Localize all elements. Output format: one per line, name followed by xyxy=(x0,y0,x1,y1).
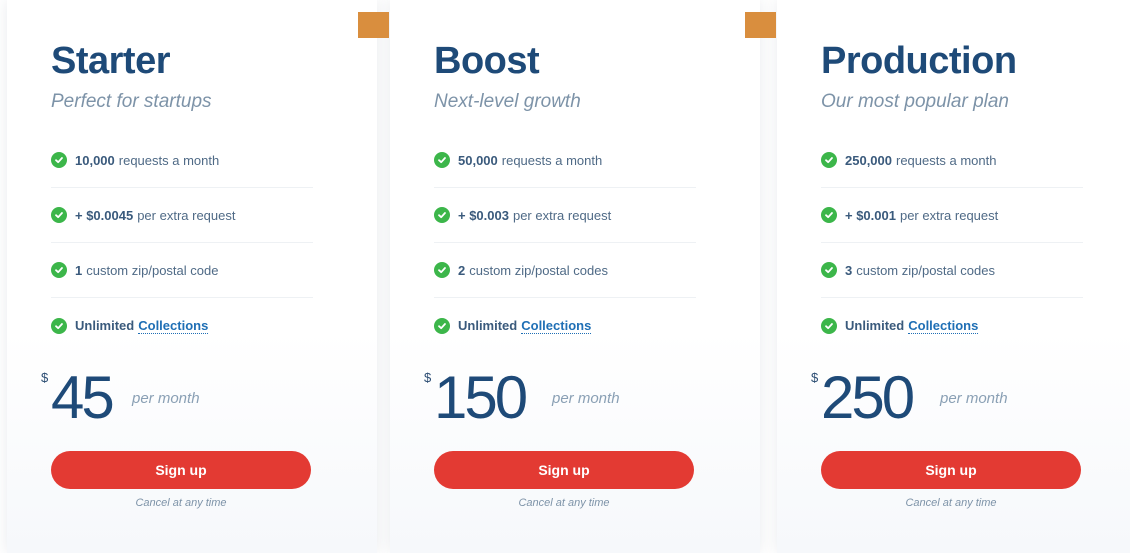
feature-item: 50,000 requests a month xyxy=(434,133,696,188)
feature-text: custom zip/postal codes xyxy=(469,262,608,278)
feature-value: 1 xyxy=(75,262,83,278)
feature-text: per extra request xyxy=(512,207,612,223)
check-icon xyxy=(51,317,67,334)
feature-list: 250,000 requests a month + $0.001 per ex… xyxy=(821,133,1083,353)
collections-link[interactable]: Collections xyxy=(138,318,209,334)
feature-text: custom zip/postal codes xyxy=(856,262,995,278)
feature-text: requests a month xyxy=(118,152,220,168)
feature-item: + $0.003 per extra request xyxy=(434,188,696,243)
feature-text: requests a month xyxy=(501,152,603,168)
feature-value: 250,000 xyxy=(845,152,892,168)
feature-value: 10,000 xyxy=(75,152,115,168)
check-icon xyxy=(821,207,837,223)
feature-item: 10,000 requests a month xyxy=(51,133,313,188)
plan-tagline: Perfect for startups xyxy=(51,91,212,112)
feature-value: Unlimited xyxy=(75,318,135,333)
check-icon xyxy=(51,207,67,223)
plan-tagline: Next-level growth xyxy=(434,91,581,112)
feature-item: Unlimited Collections xyxy=(434,298,696,353)
feature-item: + $0.0045 per extra request xyxy=(51,188,313,243)
cancel-note: Cancel at any time xyxy=(135,497,227,509)
price-period: per month xyxy=(552,390,620,407)
check-icon xyxy=(821,262,837,278)
currency-symbol: $ xyxy=(424,370,432,385)
feature-item: + $0.001 per extra request xyxy=(821,188,1083,243)
featured-ribbon xyxy=(745,12,776,38)
feature-value: 2 xyxy=(458,262,466,278)
collections-link[interactable]: Collections xyxy=(521,318,592,334)
check-icon xyxy=(51,262,67,278)
check-icon xyxy=(821,152,837,168)
price-amount: 45 xyxy=(51,364,115,431)
featured-ribbon xyxy=(358,12,389,38)
check-icon xyxy=(434,207,450,223)
feature-text: per extra request xyxy=(899,207,999,223)
check-icon xyxy=(434,152,450,168)
price-period: per month xyxy=(940,390,1008,407)
feature-list: 50,000 requests a month + $0.003 per ext… xyxy=(434,133,696,353)
plan-name: Boost xyxy=(434,40,540,82)
sign-up-button[interactable]: Sign up xyxy=(821,451,1081,489)
pricing-cards: Starter Perfect for startups 10,000 requ… xyxy=(0,0,1130,553)
check-icon xyxy=(434,317,450,334)
feature-text: custom zip/postal code xyxy=(86,262,219,278)
check-icon xyxy=(821,317,837,334)
feature-text: requests a month xyxy=(896,152,997,168)
plan-card-production: Production Our most popular plan 250,000… xyxy=(777,0,1130,553)
price-amount: 150 xyxy=(434,364,528,431)
feature-item: Unlimited Collections xyxy=(51,298,313,353)
price-period: per month xyxy=(132,390,200,407)
plan-card-boost: Boost Next-level growth 50,000 requests … xyxy=(390,0,760,553)
currency-symbol: $ xyxy=(811,370,819,385)
sign-up-button[interactable]: Sign up xyxy=(434,451,694,489)
price-amount: 250 xyxy=(821,364,915,431)
feature-value: 3 xyxy=(845,262,853,278)
feature-item: 1 custom zip/postal code xyxy=(51,243,313,298)
feature-item: 250,000 requests a month xyxy=(821,133,1083,188)
feature-value: + $0.003 xyxy=(458,207,509,223)
feature-value: Unlimited xyxy=(458,318,518,333)
plan-tagline: Our most popular plan xyxy=(821,91,1009,112)
feature-value: 50,000 xyxy=(458,152,498,168)
feature-item: Unlimited Collections xyxy=(821,298,1083,353)
cancel-note: Cancel at any time xyxy=(905,497,997,509)
feature-item: 2 custom zip/postal codes xyxy=(434,243,696,298)
cancel-note: Cancel at any time xyxy=(518,497,610,509)
plan-card-starter: Starter Perfect for startups 10,000 requ… xyxy=(7,0,377,553)
feature-value: + $0.001 xyxy=(845,207,896,223)
feature-value: + $0.0045 xyxy=(75,207,134,223)
sign-up-button[interactable]: Sign up xyxy=(51,451,311,489)
currency-symbol: $ xyxy=(41,370,49,385)
feature-item: 3 custom zip/postal codes xyxy=(821,243,1083,298)
collections-link[interactable]: Collections xyxy=(908,318,979,334)
check-icon xyxy=(51,152,67,168)
feature-text: per extra request xyxy=(137,207,236,223)
feature-list: 10,000 requests a month + $0.0045 per ex… xyxy=(51,133,313,353)
check-icon xyxy=(434,262,450,278)
plan-name: Starter xyxy=(51,40,171,82)
plan-name: Production xyxy=(821,40,1017,82)
feature-value: Unlimited xyxy=(845,318,905,333)
